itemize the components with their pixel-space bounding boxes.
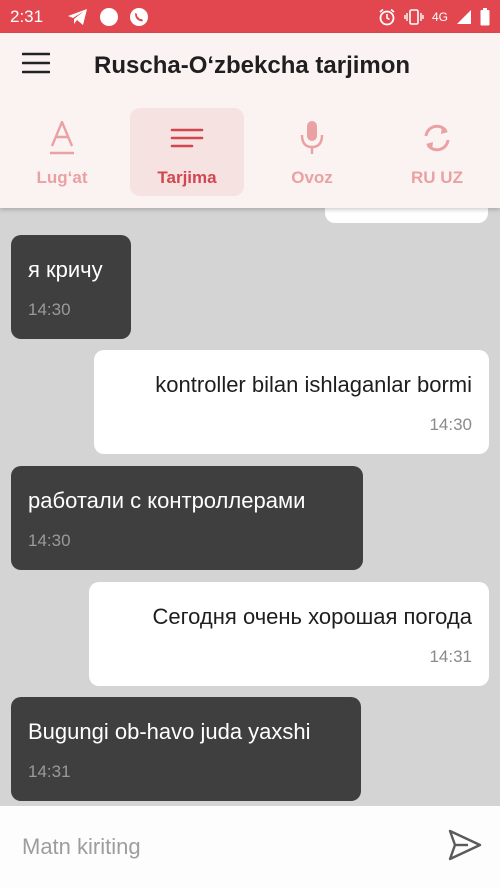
message-time: 14:31 — [429, 647, 472, 666]
text-a-icon — [49, 118, 75, 158]
microphone-icon — [299, 118, 325, 158]
battery-icon — [480, 7, 490, 26]
message-bubble-outgoing[interactable]: Сегодня очень хорошая погода 14:31 — [89, 582, 489, 686]
whatsapp-icon — [129, 7, 149, 27]
message-time: 14:30 — [28, 300, 71, 319]
alarm-icon — [378, 8, 396, 26]
message-bubble-partial — [325, 208, 488, 223]
telegram-icon — [67, 8, 89, 26]
tab-ru-uz[interactable]: RU UZ — [380, 108, 494, 196]
network-type: 4G — [431, 9, 448, 24]
tab-lugat[interactable]: Lug‘at — [5, 108, 119, 196]
tab-label: Ovoz — [291, 168, 333, 187]
vibrate-icon — [404, 8, 424, 25]
send-icon — [448, 829, 482, 866]
input-bar — [0, 806, 500, 888]
tab-label: Tarjima — [157, 168, 217, 187]
message-time: 14:30 — [429, 415, 472, 434]
app-title: Ruscha-O‘zbekcha tarjimon — [94, 51, 411, 79]
lines-icon — [170, 118, 204, 158]
message-time: 14:30 — [28, 531, 71, 550]
tab-ovoz[interactable]: Ovoz — [255, 108, 369, 196]
message-text: kontroller bilan ishlaganlar bormi — [155, 372, 472, 397]
menu-button[interactable] — [0, 33, 72, 98]
message-text: я кричу — [28, 257, 103, 282]
message-bubble-outgoing[interactable]: kontroller bilan ishlaganlar bormi 14:30 — [94, 350, 489, 454]
swap-icon — [421, 118, 453, 158]
message-input[interactable] — [0, 806, 430, 888]
message-text: Сегодня очень хорошая погода — [152, 604, 472, 629]
app-bar: Ruscha-O‘zbekcha tarjimon Lug‘at Tarjima… — [0, 33, 500, 208]
chat-list[interactable]: я кричу 14:30 kontroller bilan ishlaganl… — [0, 208, 500, 806]
send-button[interactable] — [430, 806, 500, 888]
message-text: Bugungi ob-havo juda yaxshi — [28, 719, 311, 744]
status-bar: 2:31 4G — [0, 0, 500, 33]
message-time: 14:31 — [28, 762, 71, 781]
tab-label: RU UZ — [411, 168, 463, 187]
message-bubble-incoming[interactable]: Bugungi ob-havo juda yaxshi 14:31 — [11, 697, 361, 801]
hamburger-menu-icon — [21, 52, 51, 79]
status-time: 2:31 — [10, 6, 44, 26]
circle-notification-icon — [99, 7, 119, 27]
signal-icon — [456, 9, 472, 25]
tab-label: Lug‘at — [36, 168, 88, 187]
tab-bar: Lug‘at Tarjima Ovoz RU UZ — [0, 98, 500, 208]
message-bubble-incoming[interactable]: я кричу 14:30 — [11, 235, 131, 339]
message-bubble-incoming[interactable]: работали с контроллерами 14:30 — [11, 466, 363, 570]
tab-tarjima[interactable]: Tarjima — [130, 108, 244, 196]
message-text: работали с контроллерами — [28, 488, 306, 513]
